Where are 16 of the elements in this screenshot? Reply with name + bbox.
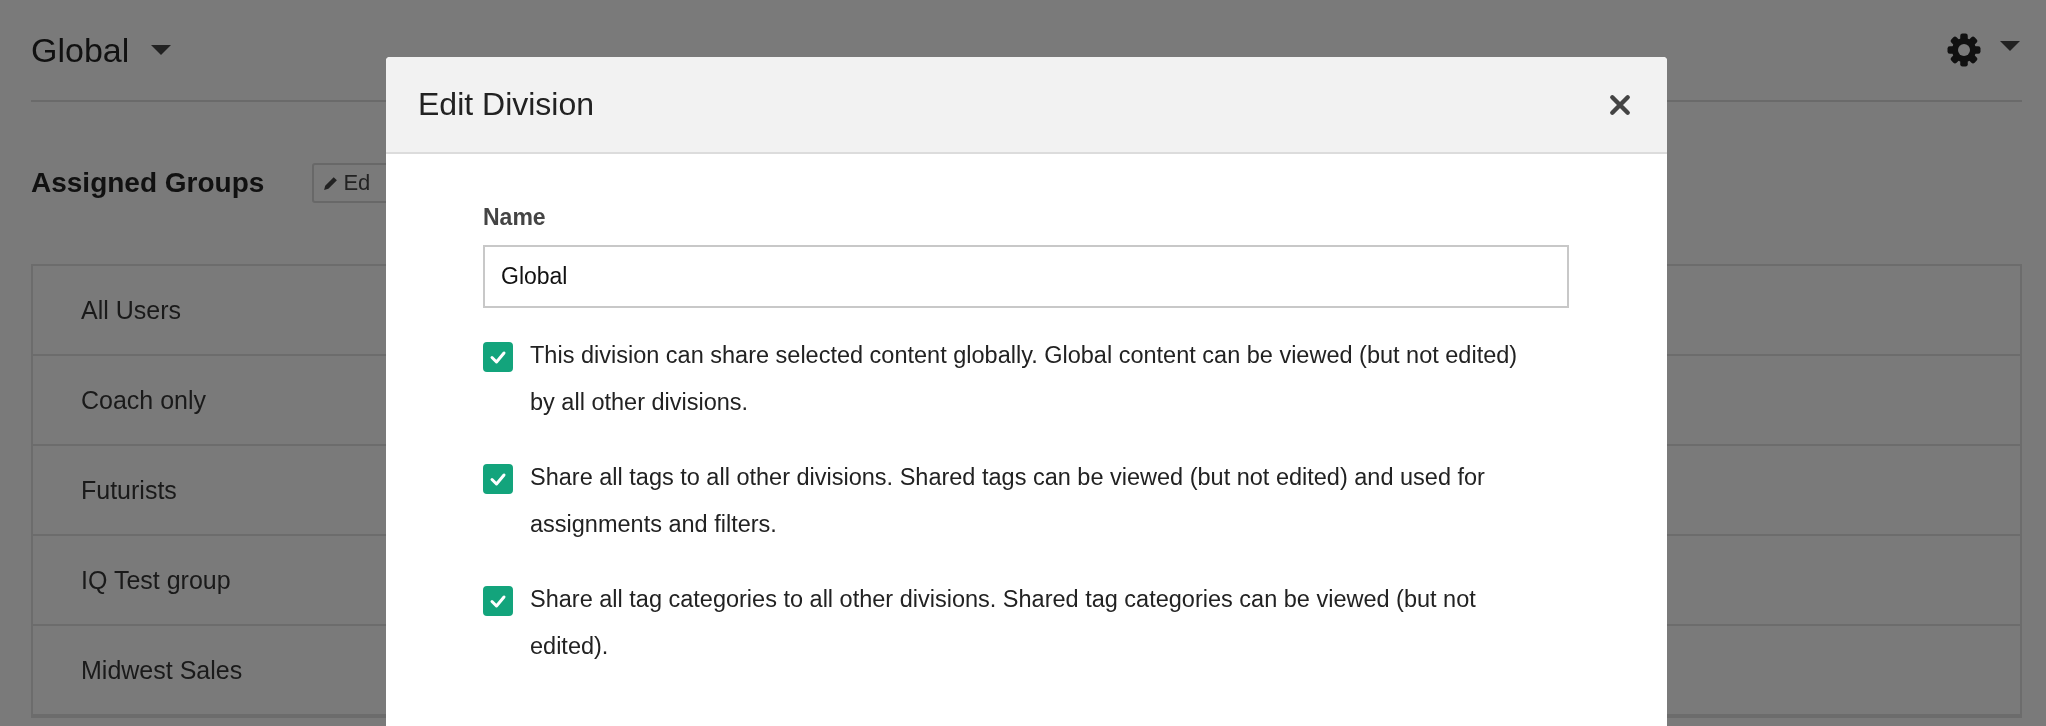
section-title: Assigned Groups [31, 167, 265, 199]
checkbox-label: Share all tags to all other divisions. Shared tags can be viewed (but not edited) and used for assignments and filters. [530, 463, 1486, 539]
name-input-field[interactable]: Global [483, 245, 1569, 308]
caret-icon[interactable] [2000, 41, 2020, 51]
checkbox[interactable] [483, 342, 513, 372]
field-label: Name [483, 204, 547, 231]
checkbox[interactable] [483, 586, 513, 616]
settings-icon[interactable] [1946, 32, 1982, 68]
dialog-title: Edit Division [418, 86, 596, 123]
close-icon[interactable] [1609, 93, 1631, 116]
caret-icon[interactable] [151, 45, 172, 55]
pencil-icon [322, 174, 340, 192]
checkbox[interactable] [483, 464, 513, 494]
checkbox-label: This division can share selected content globally. Global content can be viewed (but not edited) by all other divisions. [530, 341, 1519, 417]
page-title: Global [31, 30, 130, 70]
checkbox-label: Share all tag categories to all other divisions. Shared tag categories can be viewed (but not edited). [530, 585, 1477, 661]
